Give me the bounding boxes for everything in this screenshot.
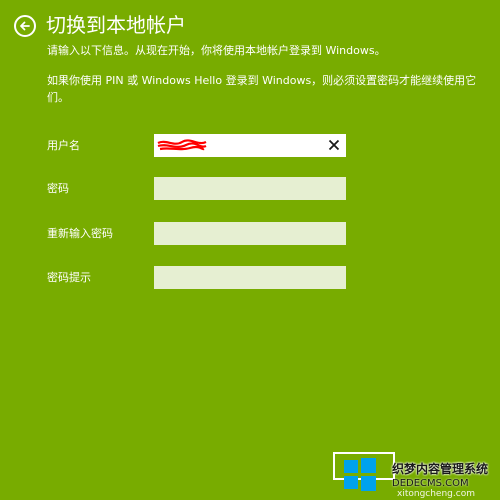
confirm-password-label: 重新输入密码 [47,227,113,240]
password-hint-field[interactable] [154,266,346,289]
confirm-password-field[interactable] [154,222,346,245]
username-field[interactable] [154,134,346,157]
redaction-scribble [157,139,207,151]
close-icon[interactable] [326,137,342,153]
username-label: 用户名 [47,139,80,152]
back-arrow-icon [20,21,30,31]
page-title: 切换到本地帐户 [46,13,186,37]
watermark-line3: xitongcheng.com [397,489,475,499]
password-hint-label: 密码提示 [47,271,91,284]
intro-note: 如果你使用 PIN 或 Windows Hello 登录到 Windows，则必… [47,74,477,104]
password-field[interactable] [154,177,346,200]
watermark-line1: 织梦内容管理系统 [392,462,489,476]
back-button[interactable] [14,15,36,37]
windows-logo-icon [344,458,376,491]
intro-text: 请输入以下信息。从现在开始，你将使用本地帐户登录到 Windows。 [47,44,386,57]
password-label: 密码 [47,182,69,195]
